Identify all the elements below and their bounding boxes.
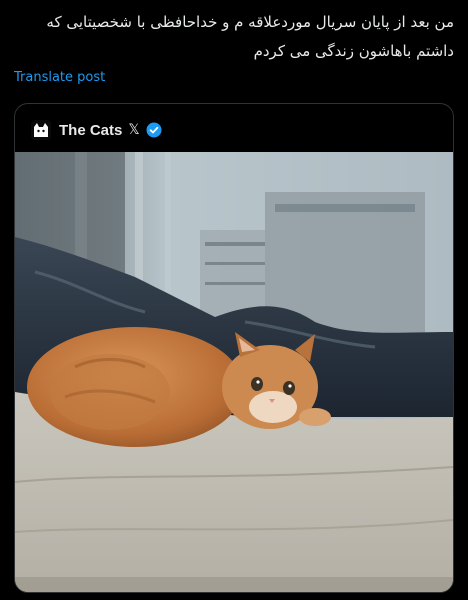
verified-badge-icon — [146, 122, 162, 138]
cat-avatar-icon[interactable] — [31, 120, 51, 140]
quoted-post-header[interactable]: The Cats 𝕏 — [31, 120, 162, 140]
translate-post-link[interactable]: Translate post — [14, 70, 105, 85]
x-badge-icon: 𝕏 — [128, 122, 140, 138]
quoted-post-card[interactable]: The Cats 𝕏 — [14, 103, 454, 593]
post-photo[interactable] — [15, 152, 453, 592]
account-name[interactable]: The Cats — [59, 122, 122, 139]
post-text-line-2: داشتم باهاشون زندگی می کردم — [253, 42, 454, 60]
post-text-line-1: من بعد از پایان سریال موردعلاقه م و خداح… — [46, 13, 454, 31]
post-text: من بعد از پایان سریال موردعلاقه م و خداح… — [14, 8, 454, 66]
